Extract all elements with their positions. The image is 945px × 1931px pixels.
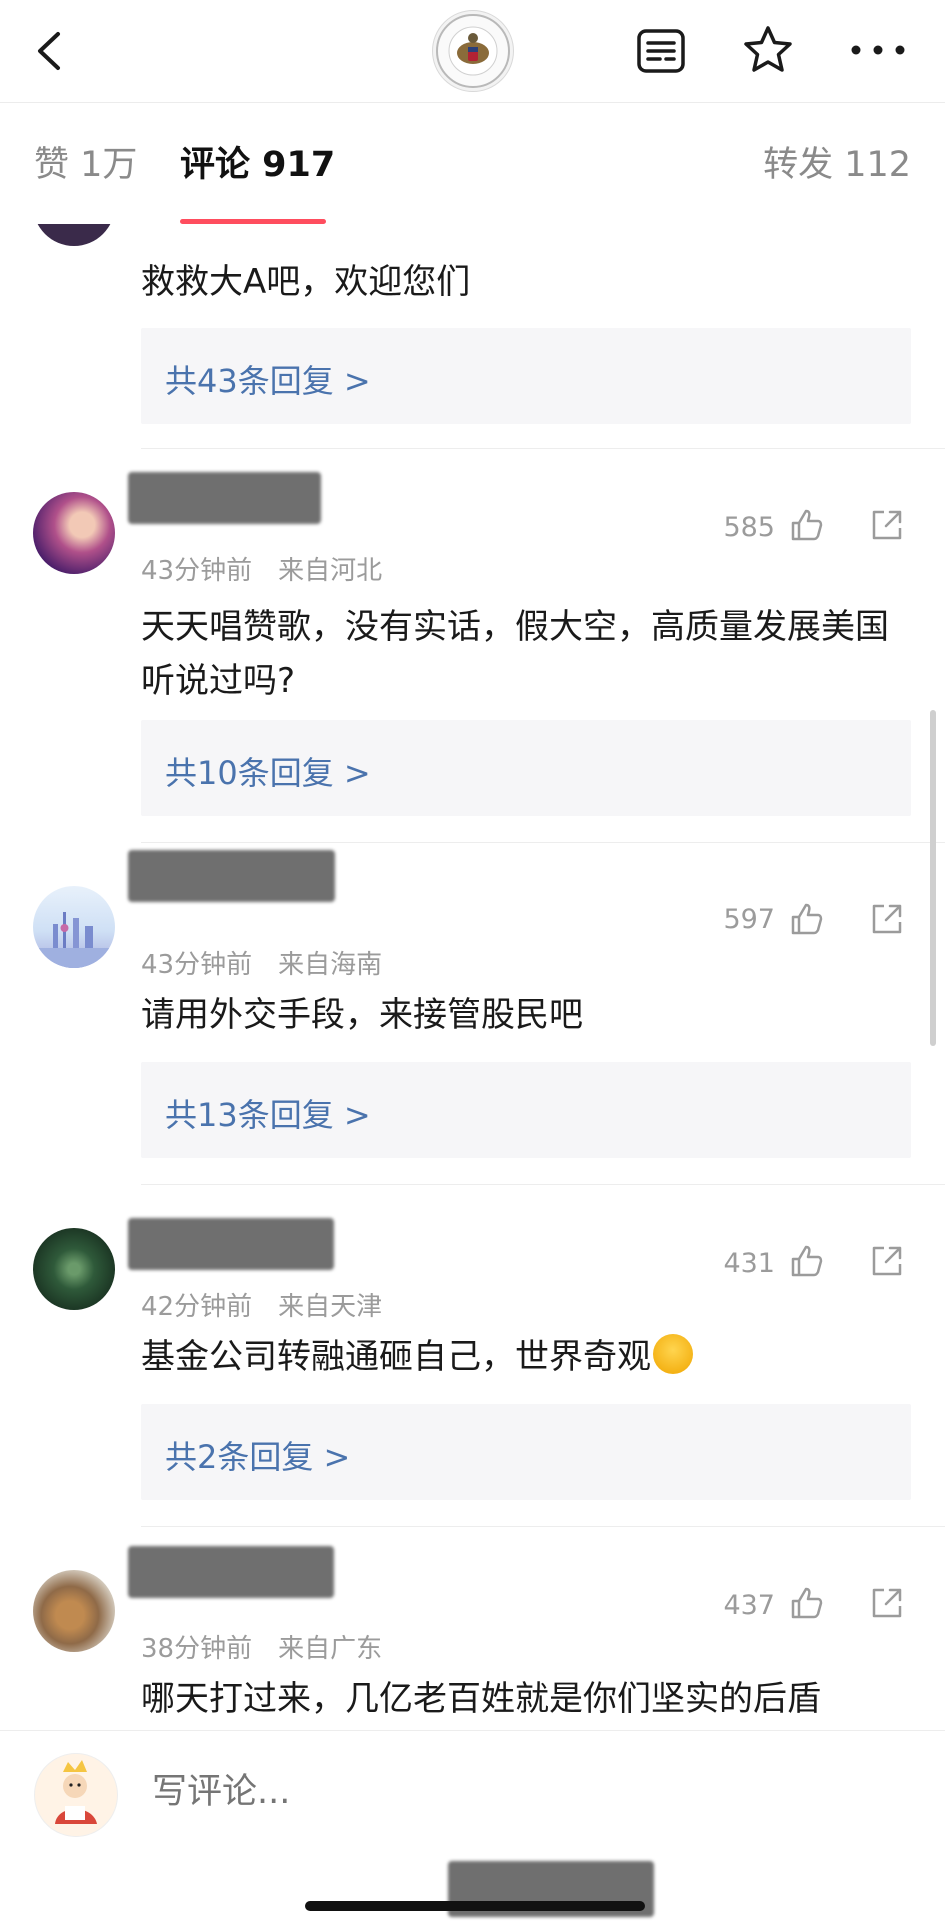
comment-text: 哪天打过来，几亿老百姓就是你们坚实的后盾 (141, 1679, 821, 1719)
comment-text: 救救大A吧，欢迎您们 (141, 262, 471, 302)
replies-link[interactable]: 共2条回复 > (141, 1404, 911, 1500)
comment-meta: 43分钟前 来自河北 (141, 550, 382, 587)
comment-composer (0, 1730, 945, 1931)
avatar[interactable] (33, 224, 115, 246)
home-indicator[interactable] (305, 1901, 645, 1911)
reader-mode-icon[interactable] (636, 28, 686, 74)
replies-label: 共43条回复 > (165, 362, 371, 400)
comment-list[interactable]: 救救大A吧，欢迎您们 共43条回复 > 585 43分钟前 来自河北 天天唱赞歌，… (0, 224, 945, 1730)
chevron-left-icon[interactable] (30, 30, 70, 72)
tab-likes[interactable]: 赞 1万 (34, 143, 137, 187)
timestamp: 43分钟前 (141, 556, 253, 586)
divider (141, 448, 945, 449)
divider (141, 1526, 945, 1527)
username-redacted (128, 1546, 334, 1598)
location: 来自河北 (278, 556, 383, 586)
like-count: 597 (723, 904, 775, 935)
comment-text: 基金公司转融通砸自己，世界奇观 (141, 1330, 901, 1384)
star-icon[interactable] (742, 24, 794, 76)
city-skyline-icon (33, 912, 115, 968)
replies-link[interactable]: 共43条回复 > (141, 328, 911, 424)
share-icon[interactable] (870, 902, 904, 936)
tab-comments[interactable]: 评论 917 (180, 143, 335, 187)
timestamp: 38分钟前 (141, 1634, 253, 1664)
avatar[interactable] (33, 1570, 115, 1652)
replies-link[interactable]: 共10条回复 > (141, 720, 911, 816)
username-redacted (128, 850, 335, 902)
like-count: 431 (723, 1248, 775, 1279)
comment-meta: 38分钟前 来自广东 (141, 1628, 382, 1665)
replies-label: 共2条回复 > (165, 1438, 351, 1476)
username-redacted (128, 472, 321, 524)
divider (141, 842, 945, 843)
my-avatar[interactable] (34, 1753, 118, 1837)
comment-meta: 42分钟前 来自天津 (141, 1286, 382, 1323)
share-icon[interactable] (870, 1586, 904, 1620)
embassy-seal-avatar[interactable] (432, 10, 514, 92)
like-count: 585 (723, 512, 775, 543)
divider (141, 1184, 945, 1185)
comment-meta: 43分钟前 来自海南 (141, 944, 382, 981)
avatar[interactable] (33, 1228, 115, 1310)
tab-bar: 赞 1万 评论 917 转发 112 (0, 103, 945, 224)
comment-text: 请用外交手段，来接管股民吧 (141, 995, 583, 1035)
replies-link[interactable]: 共13条回复 > (141, 1062, 911, 1158)
cartoon-avatar-icon (55, 1760, 97, 1824)
tab-reposts[interactable]: 转发 112 (763, 143, 911, 187)
timestamp: 43分钟前 (141, 950, 253, 980)
location: 来自海南 (278, 950, 383, 980)
avatar[interactable] (33, 886, 115, 968)
comment-text-content: 基金公司转融通砸自己，世界奇观 (141, 1337, 651, 1377)
eagle-seal-icon (436, 14, 510, 88)
share-icon[interactable] (870, 508, 904, 542)
comment-input[interactable] (150, 1771, 854, 1813)
top-nav-bar (0, 0, 945, 103)
username-redacted (128, 1218, 334, 1270)
avatar[interactable] (33, 492, 115, 574)
location: 来自天津 (278, 1292, 383, 1322)
replies-label: 共10条回复 > (165, 754, 371, 792)
location: 来自广东 (278, 1634, 383, 1664)
more-icon[interactable] (848, 38, 908, 62)
timestamp: 42分钟前 (141, 1292, 253, 1322)
like-count: 437 (723, 1590, 775, 1621)
scrollbar[interactable] (930, 710, 936, 1046)
thumbs-up-icon[interactable] (790, 902, 824, 936)
crying-emoji-icon (653, 1334, 693, 1374)
comment-text: 天天唱赞歌，没有实话，假大空，高质量发展美国听说过吗? (141, 607, 889, 701)
thumbs-up-icon[interactable] (790, 1586, 824, 1620)
thumbs-up-icon[interactable] (790, 508, 824, 542)
share-icon[interactable] (870, 1244, 904, 1278)
thumbs-up-icon[interactable] (790, 1244, 824, 1278)
replies-label: 共13条回复 > (165, 1096, 371, 1134)
